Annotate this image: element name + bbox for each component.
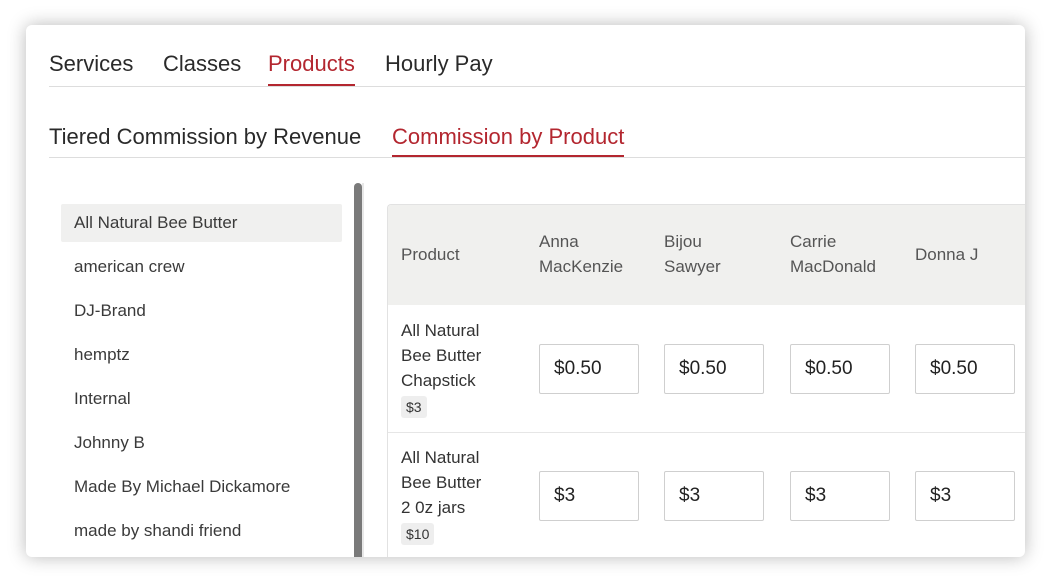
product-name-line: Chapstick bbox=[401, 371, 476, 390]
product-name-line: 2 0z jars bbox=[401, 498, 466, 517]
tab-classes[interactable]: Classes bbox=[163, 51, 241, 77]
commission-input[interactable] bbox=[539, 471, 639, 521]
commission-settings-card: Services Classes Products Hourly Pay Tie… bbox=[26, 25, 1025, 557]
product-name-line: All Natural bbox=[401, 321, 480, 340]
column-header-staff: Bijou Sawyer bbox=[664, 229, 721, 279]
commission-input[interactable] bbox=[539, 344, 639, 394]
staff-name-line: MacDonald bbox=[790, 257, 876, 276]
column-header-product: Product bbox=[401, 245, 460, 264]
secondary-tab-bar: Tiered Commission by Revenue Commission … bbox=[49, 87, 1025, 158]
product-name: All Natural Bee Butter 2 0z jars bbox=[401, 445, 511, 520]
column-header-staff: Anna MacKenzie bbox=[539, 229, 623, 279]
product-name: All Natural Bee Butter Chapstick bbox=[401, 318, 511, 393]
commission-input[interactable] bbox=[915, 471, 1015, 521]
brand-item[interactable]: made by shandi friend bbox=[61, 512, 342, 556]
tab-commission-by-product[interactable]: Commission by Product bbox=[392, 124, 625, 157]
tab-hourly-pay[interactable]: Hourly Pay bbox=[385, 51, 493, 77]
product-name-line: All Natural bbox=[401, 448, 480, 467]
product-name-line: Bee Butter bbox=[401, 346, 482, 365]
price-badge: $3 bbox=[401, 396, 427, 418]
table-row: All Natural Bee Butter Chapstick $3 bbox=[388, 305, 1025, 433]
brand-item[interactable]: All Natural Bee Butter bbox=[61, 204, 342, 242]
commission-input[interactable] bbox=[790, 471, 890, 521]
column-header-staff: Donna J bbox=[915, 242, 978, 267]
tab-tiered-commission[interactable]: Tiered Commission by Revenue bbox=[49, 124, 361, 150]
brand-list-scrollbar[interactable] bbox=[354, 183, 362, 557]
brand-item[interactable]: american crew bbox=[61, 248, 342, 292]
staff-name-line: Anna bbox=[539, 232, 579, 251]
price-badge: $10 bbox=[401, 523, 435, 545]
primary-tab-bar: Services Classes Products Hourly Pay bbox=[49, 25, 1025, 87]
commission-input[interactable] bbox=[664, 471, 764, 521]
table-header: Product Anna MacKenzie Bijou Sawyer Carr… bbox=[388, 205, 1025, 305]
staff-name-line: Bijou bbox=[664, 232, 702, 251]
column-header-staff: Carrie MacDonald bbox=[790, 229, 876, 279]
staff-name-line: Sawyer bbox=[664, 257, 721, 276]
brand-item[interactable]: Internal bbox=[61, 380, 342, 424]
table-row: All Natural Bee Butter 2 0z jars $10 bbox=[388, 433, 1025, 557]
commission-input[interactable] bbox=[790, 344, 890, 394]
brand-list: All Natural Bee Butter american crew DJ-… bbox=[61, 204, 342, 556]
staff-name-line: MacKenzie bbox=[539, 257, 624, 276]
commission-input[interactable] bbox=[664, 344, 764, 394]
staff-name-line: Carrie bbox=[790, 232, 837, 251]
brand-item[interactable]: Johnny B bbox=[61, 424, 342, 468]
staff-name-line: Donna J bbox=[915, 245, 979, 264]
commission-table: Product Anna MacKenzie Bijou Sawyer Carr… bbox=[387, 204, 1025, 557]
brand-item[interactable]: Made By Michael Dickamore bbox=[61, 468, 342, 512]
tab-services[interactable]: Services bbox=[49, 51, 133, 77]
product-name-line: Bee Butter bbox=[401, 473, 482, 492]
brand-item[interactable]: DJ-Brand bbox=[61, 292, 342, 336]
brand-list-scroll-track bbox=[362, 183, 364, 557]
commission-input[interactable] bbox=[915, 344, 1015, 394]
brand-item[interactable]: hemptz bbox=[61, 336, 342, 380]
tab-products[interactable]: Products bbox=[268, 51, 355, 86]
